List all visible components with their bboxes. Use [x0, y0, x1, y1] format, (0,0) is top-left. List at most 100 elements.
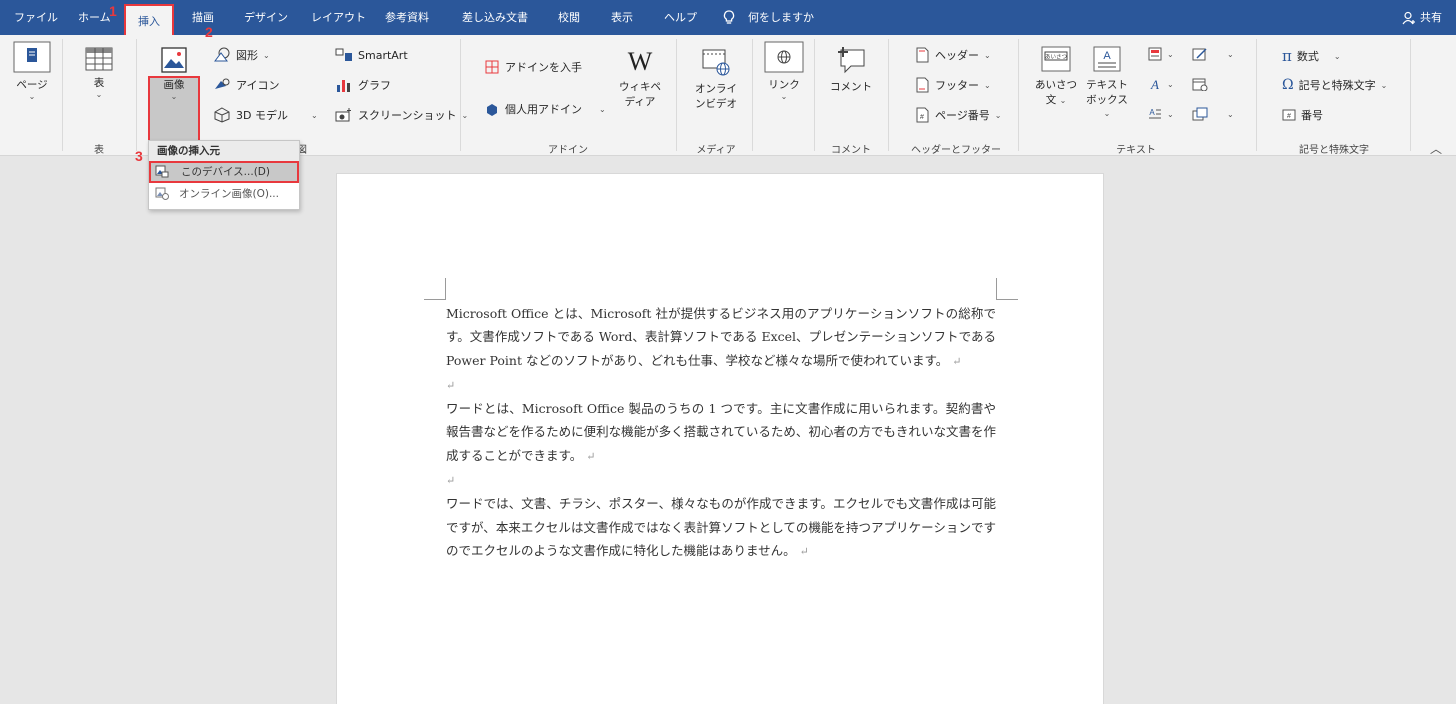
chart-label: グラフ: [358, 79, 391, 92]
wikipedia-label-1: ウィキペ: [619, 81, 661, 93]
group-label-tables: 表: [94, 145, 104, 156]
smartart-button[interactable]: SmartArt: [335, 47, 408, 63]
menu-header: 画像の挿入元: [149, 141, 299, 161]
my-addins-button[interactable]: 個人用アドイン ⌄: [484, 101, 606, 117]
wordart-button[interactable]: A ⌄: [1148, 77, 1174, 91]
number-button[interactable]: # 番号: [1282, 107, 1323, 123]
device-picture-icon: [155, 165, 169, 178]
lightbulb-icon: [723, 10, 735, 24]
tab-home[interactable]: ホーム: [78, 0, 111, 35]
group-separator: [460, 39, 461, 151]
table-label: 表: [93, 77, 105, 89]
ribbon-insert-panel: ページ ⌄ 表 ⌄ 表 画像 ⌄ 図形 ⌄ アイコン 3D モデル ⌄ Smar…: [0, 35, 1456, 170]
chevron-down-icon: ⌄: [1227, 49, 1234, 59]
share-label: 共有: [1420, 11, 1442, 24]
header-icon: [916, 47, 929, 63]
textbox-button[interactable]: A テキスト ボックス ⌄: [1082, 45, 1132, 119]
cube-icon: [214, 107, 230, 123]
return-mark: ↵: [586, 449, 596, 463]
group-label-media: メディア: [696, 145, 736, 156]
comment-button[interactable]: コメント: [826, 45, 876, 94]
tab-design[interactable]: デザイン: [244, 0, 288, 35]
screenshot-button[interactable]: スクリーンショット ⌄: [335, 107, 468, 123]
step-number-3: 3: [135, 148, 143, 164]
footer-label: フッター: [935, 79, 979, 92]
chevron-down-icon: ⌄: [1167, 79, 1174, 89]
tab-review[interactable]: 校閲: [558, 0, 580, 35]
symbol-button[interactable]: Ω 記号と特殊文字 ⌄: [1282, 77, 1387, 93]
svg-text:A: A: [1103, 50, 1111, 62]
pages-label: ページ: [16, 79, 48, 91]
insert-picture-from-menu: 画像の挿入元 このデバイス...(D) オンライン画像(O)...: [148, 140, 300, 210]
wikipedia-button[interactable]: W ウィキペ ディア: [614, 47, 666, 109]
return-mark: ↵: [799, 544, 809, 558]
svg-text:W: W: [628, 47, 653, 75]
page-number-button[interactable]: # ページ番号 ⌄: [914, 107, 1001, 123]
image-label: 画像: [163, 79, 185, 91]
greeting-icon: あいさつ: [1041, 46, 1071, 72]
drop-cap-icon: A: [1149, 108, 1161, 119]
smartart-icon: [335, 48, 352, 61]
pages-button[interactable]: ページ ⌄: [8, 41, 56, 101]
image-button[interactable]: 画像 ⌄: [150, 47, 198, 101]
group-separator: [1256, 39, 1257, 151]
tab-insert[interactable]: 挿入: [124, 4, 174, 35]
step-number-1: 1: [109, 3, 117, 19]
collapse-ribbon-icon[interactable]: ︿: [1430, 140, 1442, 157]
online-picture-icon: [155, 187, 169, 200]
ribbon-tab-bar: ファイル ホーム 挿入 描画 デザイン レイアウト 参考資料 差し込み文書 校閲…: [0, 0, 1456, 35]
table-button[interactable]: 表 ⌄: [76, 47, 122, 99]
screenshot-label: スクリーンショット: [358, 109, 457, 122]
chevron-down-icon: ⌄: [780, 92, 788, 101]
tab-layout[interactable]: レイアウト: [311, 0, 366, 35]
step-number-2: 2: [205, 24, 213, 40]
this-device-menu-item[interactable]: このデバイス...(D): [149, 161, 299, 183]
group-label-addins: アドイン: [548, 145, 588, 156]
return-mark: ↵: [446, 378, 456, 392]
shapes-icon: [214, 47, 230, 62]
document-paragraph: ワードとは、Microsoft Office 製品のうちの 1 つです。主に文書…: [446, 401, 996, 463]
tab-help[interactable]: ヘルプ: [664, 0, 697, 35]
tab-references[interactable]: 参考資料: [385, 0, 429, 35]
return-mark: ↵: [952, 354, 962, 368]
online-video-button[interactable]: オンライ ンビデオ: [690, 47, 742, 111]
chevron-down-icon: ⌄: [461, 110, 469, 120]
store-icon: [485, 60, 499, 74]
tab-mailings[interactable]: 差し込み文書: [462, 0, 528, 35]
equation-button[interactable]: π 数式 ⌄: [1282, 47, 1341, 65]
object-button[interactable]: ⌄: [1192, 107, 1234, 121]
wikipedia-label-2: ディア: [624, 96, 656, 108]
picture-icon: [161, 47, 187, 73]
header-label: ヘッダー: [935, 49, 979, 62]
icons-label: アイコン: [236, 79, 280, 92]
header-button[interactable]: ヘッダー ⌄: [914, 47, 991, 63]
get-addins-label: アドインを入手: [505, 61, 582, 74]
3d-models-button[interactable]: 3D モデル ⌄: [213, 107, 318, 123]
icons-button[interactable]: アイコン: [213, 77, 279, 93]
signature-line-button[interactable]: ⌄: [1192, 47, 1234, 61]
footer-button[interactable]: フッター ⌄: [914, 77, 991, 93]
document-body[interactable]: Microsoft Office とは、Microsoft 社が提供するビジネス…: [446, 302, 996, 563]
group-separator: [814, 39, 815, 151]
group-separator: [1410, 39, 1411, 151]
svg-text:A: A: [1149, 108, 1155, 117]
tab-file[interactable]: ファイル: [14, 0, 58, 35]
chevron-down-icon: ⌄: [1333, 51, 1341, 61]
chart-button[interactable]: グラフ: [335, 77, 391, 93]
shapes-button[interactable]: 図形 ⌄: [213, 47, 270, 63]
share-button[interactable]: 共有: [1402, 0, 1442, 35]
greeting-button[interactable]: あいさつ あいさつ 文 ⌄: [1034, 45, 1078, 107]
tell-me-search[interactable]: 何をしますか: [748, 0, 814, 35]
date-time-button[interactable]: [1192, 77, 1208, 91]
document-page[interactable]: Microsoft Office とは、Microsoft 社が提供するビジネス…: [336, 173, 1104, 704]
get-addins-button[interactable]: アドインを入手: [484, 59, 582, 75]
online-images-menu-item[interactable]: オンライン画像(O)...: [149, 183, 299, 205]
group-label-symbols: 記号と特殊文字: [1299, 145, 1369, 156]
comment-label: コメント: [830, 81, 872, 93]
drop-cap-button[interactable]: A ⌄: [1148, 107, 1174, 121]
chevron-down-icon: ⌄: [310, 110, 318, 120]
quick-parts-button[interactable]: ⌄: [1148, 47, 1174, 61]
tab-view[interactable]: 表示: [611, 0, 633, 35]
link-button[interactable]: リンク ⌄: [760, 41, 808, 101]
chevron-down-icon: ⌄: [1059, 96, 1067, 105]
